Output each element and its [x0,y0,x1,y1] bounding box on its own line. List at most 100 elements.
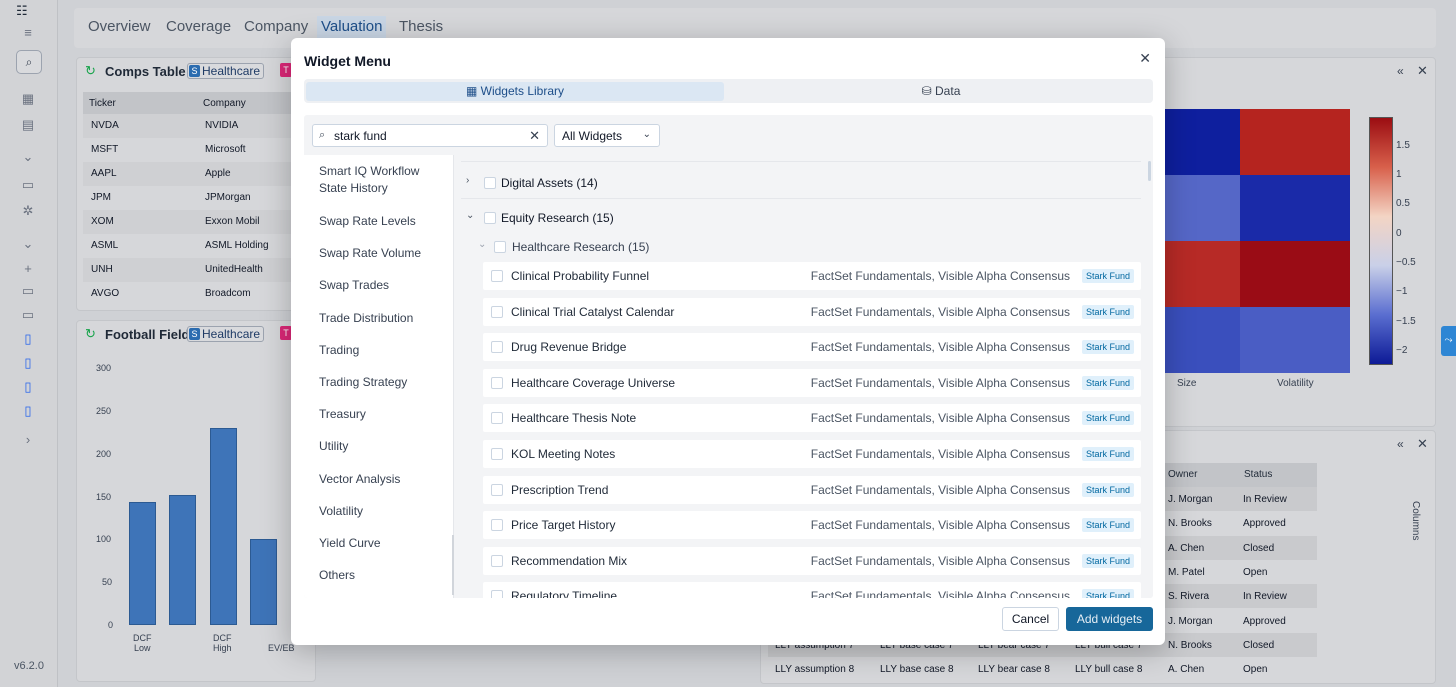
widget-item[interactable]: Price Target History FactSet Fundamentals… [483,511,1141,540]
collapse-icon[interactable]: « [1397,64,1404,78]
category-item[interactable]: Trading [319,342,439,359]
table-row[interactable]: M. Patel Open [1160,560,1317,584]
refresh-icon[interactable]: ↻ [85,63,96,79]
chevron-down-icon[interactable]: ⌄ [19,235,37,253]
collapse-icon[interactable]: « [1397,437,1404,451]
widget-item[interactable]: Clinical Trial Catalyst Calendar FactSet … [483,297,1141,326]
menu-icon[interactable]: ≡ [19,24,37,42]
table-row[interactable]: JPM JPMorgan [83,186,313,210]
widget-item[interactable]: Healthcare Coverage Universe FactSet Fund… [483,368,1141,397]
header-ticker[interactable]: Ticker [89,98,116,109]
category-item[interactable]: Yield Curve [319,535,439,552]
table-row[interactable]: S. Rivera In Review [1160,584,1317,609]
table-row[interactable]: AVGO Broadcom [83,282,313,306]
clear-icon[interactable]: ✕ [529,128,540,144]
widget-item[interactable]: Clinical Probability Funnel FactSet Funda… [483,262,1141,290]
checkbox[interactable] [491,305,503,318]
category-item[interactable]: Vector Analysis [319,471,439,488]
checkbox[interactable] [491,448,503,460]
checkbox[interactable] [491,590,503,598]
calendar-icon[interactable]: ▭ [19,176,37,194]
dashboard-icon[interactable]: ▦ [19,90,37,108]
checkbox[interactable] [484,177,496,189]
category-item[interactable]: Treasury [319,406,439,423]
table-row[interactable]: XOM Exxon Mobil [83,210,313,234]
category-item[interactable]: Others [319,567,439,584]
sparkle-icon[interactable]: ✲ [19,202,37,220]
checkbox[interactable] [491,412,503,425]
tab-data[interactable]: ⛁ Data [732,82,1150,101]
checkbox[interactable] [494,241,506,253]
table-row[interactable]: UNH UnitedHealth [83,258,313,282]
table-row[interactable]: A. Chen Closed [1160,535,1317,560]
close-icon[interactable]: ✕ [1417,63,1428,79]
table-row[interactable]: N. Brooks Approved [1160,511,1317,535]
category-item[interactable]: Trade Distribution [319,310,439,327]
healthcare-chip[interactable]: Healthcare [187,63,265,79]
widget-filter-select[interactable]: All Widgets ⌄ [554,124,660,147]
group-equity-research[interactable]: ⌄ Equity Research (15) [466,210,766,226]
side-panel-toggle-icon[interactable]: ⤳ [1441,326,1456,356]
app-logo-icon[interactable]: ☷ [16,4,42,20]
widget-item[interactable]: Drug Revenue Bridge FactSet Fundamentals,… [483,333,1141,362]
columns-toggle[interactable]: Columns [1409,501,1421,540]
add-icon[interactable]: + [19,260,37,278]
widget-item[interactable]: Healthcare Thesis Note FactSet Fundamenta… [483,404,1141,433]
table-row[interactable]: AAPL Apple [83,162,313,186]
tab-coverage[interactable]: Coverage [162,16,235,44]
header-company[interactable]: Company [203,98,246,109]
table-row[interactable]: J. Morgan In Review [1160,487,1317,511]
category-item[interactable]: Swap Trades [319,277,439,294]
category-item[interactable]: Utility [319,438,439,455]
search-value[interactable]: stark fund [334,129,387,143]
widget-item[interactable]: Recommendation Mix FactSet Fundamentals, … [483,546,1141,575]
header-status[interactable]: Status [1244,469,1272,480]
chevron-down-icon[interactable]: ⌄ [19,148,37,166]
cancel-button[interactable]: Cancel [1002,607,1059,631]
checkbox[interactable] [491,483,503,496]
table-row[interactable]: NVDA NVIDIA [83,114,313,138]
document-icon[interactable]: ▯ [19,402,37,420]
table-row[interactable]: N. Brooks Closed [1160,632,1317,657]
document-icon[interactable]: ▯ [19,378,37,396]
list-scrollbar[interactable] [1148,161,1151,181]
folder-icon[interactable]: ▭ [19,282,37,300]
refresh-icon[interactable]: ↻ [85,326,96,342]
category-item[interactable]: Swap Rate Levels [319,213,439,230]
add-widgets-button[interactable]: Add widgets [1066,607,1153,631]
header-owner[interactable]: Owner [1168,469,1197,480]
document-icon[interactable]: ▯ [19,354,37,372]
table-row[interactable]: A. Chen Open [1160,657,1317,681]
chevron-right-icon[interactable]: › [19,431,37,449]
checkbox[interactable] [484,212,496,224]
close-icon[interactable]: ✕ [1417,436,1428,452]
healthcare-chip[interactable]: Healthcare [187,326,265,342]
nav-search-icon[interactable]: ⌕ [16,50,42,74]
tab-widgets-library[interactable]: ▦ Widgets Library [306,82,724,101]
checkbox[interactable] [491,270,503,282]
widget-item[interactable]: KOL Meeting Notes FactSet Fundamentals, V… [483,440,1141,468]
checkbox[interactable] [491,554,503,567]
checkbox[interactable] [491,376,503,389]
category-item[interactable]: Smart IQ Workflow State History [319,163,439,197]
widget-item[interactable]: Regulatory Timeline FactSet Fundamentals,… [483,582,1141,598]
checkbox[interactable] [491,341,503,354]
widget-item[interactable]: Prescription Trend FactSet Fundamentals, … [483,475,1141,504]
tab-overview[interactable]: Overview [84,16,155,44]
close-icon[interactable]: ✕ [1139,50,1151,67]
category-item[interactable]: Volatility [319,503,439,520]
group-healthcare-research[interactable]: ⌄ Healthcare Research (15) [478,239,778,255]
category-scrollbar[interactable] [452,535,454,595]
table-row[interactable]: J. Morgan Approved [1160,609,1317,633]
table-row[interactable]: ASML ASML Holding [83,234,313,258]
category-item[interactable]: Trading Strategy [319,374,439,391]
group-digital-assets[interactable]: › Digital Assets (14) [466,175,766,191]
document-icon[interactable]: ▯ [19,330,37,348]
checkbox[interactable] [491,519,503,532]
category-item[interactable]: Swap Rate Volume [319,245,439,262]
folder-icon[interactable]: ▭ [19,306,37,324]
table-row[interactable]: LLY assumption 8 LLY base case 8 LLY bear … [768,657,1160,681]
widget-search-input[interactable]: ⌕ stark fund ✕ [312,124,548,147]
table-row[interactable]: MSFT Microsoft [83,138,313,162]
layout-icon[interactable]: ▤ [19,116,37,134]
